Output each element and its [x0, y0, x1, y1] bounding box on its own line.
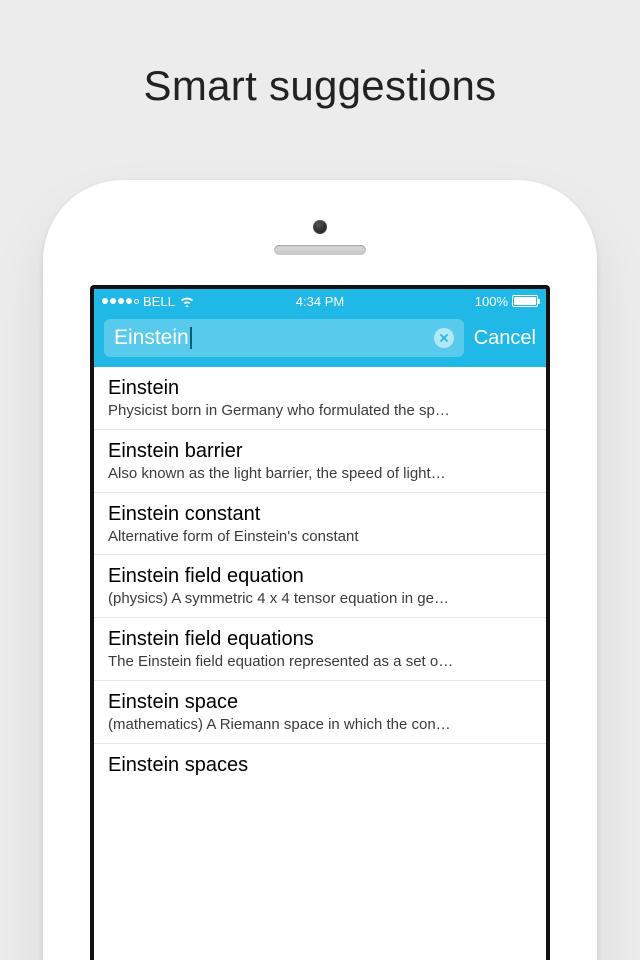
wifi-icon [179, 295, 195, 307]
carrier-label: BELL [143, 294, 175, 309]
suggestion-title: Einstein field equations [108, 627, 532, 652]
suggestion-title: Einstein space [108, 690, 532, 715]
clear-icon[interactable] [434, 328, 454, 348]
suggestion-subtitle: (mathematics) A Riemann space in which t… [108, 716, 532, 735]
suggestion-row[interactable]: Einstein space (mathematics) A Riemann s… [94, 681, 546, 744]
status-right: 100% [475, 294, 538, 309]
search-bar: Einstein Cancel [94, 313, 546, 367]
battery-icon [512, 295, 538, 307]
phone-frame: BELL 4:34 PM 100% Einstein Cancel [43, 180, 597, 960]
suggestion-title: Einstein field equation [108, 564, 532, 589]
suggestion-subtitle: Also known as the light barrier, the spe… [108, 465, 532, 484]
suggestion-subtitle: Alternative form of Einstein's constant [108, 528, 532, 547]
suggestion-row[interactable]: Einstein barrier Also known as the light… [94, 430, 546, 493]
suggestion-title: Einstein constant [108, 502, 532, 527]
search-input-value: Einstein [114, 326, 426, 350]
status-bar: BELL 4:34 PM 100% [94, 289, 546, 313]
suggestion-title: Einstein [108, 376, 532, 401]
suggestion-row[interactable]: Einstein field equations The Einstein fi… [94, 618, 546, 681]
battery-pct: 100% [475, 294, 508, 309]
suggestion-row[interactable]: Einstein spaces [94, 744, 546, 782]
phone-speaker [274, 245, 366, 255]
signal-dots-icon [102, 298, 139, 304]
suggestion-row[interactable]: Einstein Physicist born in Germany who f… [94, 367, 546, 430]
suggestion-subtitle: Physicist born in Germany who formulated… [108, 402, 532, 421]
suggestion-subtitle: The Einstein field equation represented … [108, 653, 532, 672]
suggestion-list[interactable]: Einstein Physicist born in Germany who f… [94, 367, 546, 782]
status-left: BELL [102, 294, 195, 309]
cancel-button[interactable]: Cancel [474, 327, 536, 350]
suggestion-row[interactable]: Einstein constant Alternative form of Ei… [94, 493, 546, 556]
suggestion-subtitle: (physics) A symmetric 4 x 4 tensor equat… [108, 590, 532, 609]
phone-camera [313, 220, 327, 234]
suggestion-title: Einstein spaces [108, 753, 532, 778]
phone-screen: BELL 4:34 PM 100% Einstein Cancel [90, 285, 550, 960]
suggestion-title: Einstein barrier [108, 439, 532, 464]
search-input[interactable]: Einstein [104, 319, 464, 357]
suggestion-row[interactable]: Einstein field equation (physics) A symm… [94, 555, 546, 618]
page-headline: Smart suggestions [0, 0, 640, 110]
